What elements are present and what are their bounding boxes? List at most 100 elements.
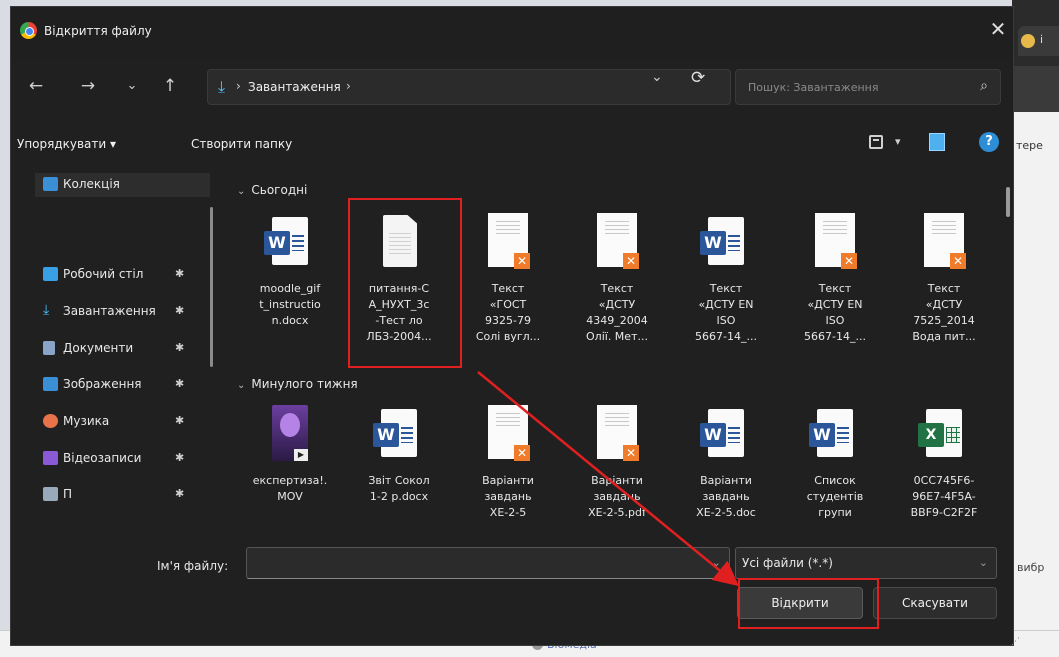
pin-icon: ✱ — [175, 267, 185, 280]
pdf-document-icon: ✕ — [918, 213, 970, 273]
up-button[interactable]: ↑ — [159, 75, 181, 97]
page-shape: ✕ — [815, 213, 857, 269]
filename-input[interactable]: ⌄ — [246, 547, 730, 579]
sidebar-item-label: Завантаження — [63, 304, 156, 318]
chrome-icon — [20, 22, 37, 39]
pdf-document-icon: ✕ — [482, 213, 534, 273]
background-text-choose: вибр — [1017, 561, 1045, 574]
file-item[interactable]: ✕ Текст «ДСТУ 7525_2014 Вода пит... — [891, 213, 997, 403]
file-item[interactable]: W Варіанти завдань ХЕ-2-5.doc — [673, 405, 779, 525]
pdf-document-icon: ✕ — [591, 213, 643, 273]
sidebar-item-music[interactable]: Музика ✱ — [43, 410, 208, 434]
group-header-today[interactable]: ⌄ Сьогодні — [237, 183, 307, 197]
forward-button[interactable]: → — [77, 75, 99, 97]
help-icon[interactable]: ? — [979, 132, 999, 152]
file-item[interactable]: W Список студентів групи — [782, 405, 888, 525]
file-item[interactable]: W Звіт Сокол 1-2 р.docx — [346, 405, 452, 525]
pin-icon: ✱ — [175, 487, 185, 500]
documents-icon — [43, 341, 55, 355]
excel-badge: X — [918, 423, 944, 447]
download-icon: ⤓ — [43, 302, 50, 318]
file-list: ⌄ Сьогодні ⌄ Минулого тижня Wmoodle_gif t_… — [229, 173, 1009, 525]
sidebar-item-collection[interactable]: Колекція — [35, 173, 210, 197]
pin-icon: ✱ — [175, 414, 185, 427]
search-placeholder: Пошук: Завантаження — [748, 81, 879, 94]
pdf-badge: ✕ — [841, 253, 857, 269]
file-name: moodle_gif t_instructio n.docx — [259, 282, 321, 327]
navigation-bar: ← → ⌄ ↑ ⤓ › Завантаження › Пошук: Завант… — [11, 59, 1013, 113]
search-box[interactable]: Пошук: Завантаження ⌕ — [735, 69, 1001, 105]
video-badge: ▶ — [294, 449, 308, 461]
sheet-grid — [946, 427, 960, 443]
file-name: Варіанти завдань ХЕ-2-5 — [482, 474, 534, 519]
doc-lines — [728, 427, 740, 443]
chevron-down-icon: ⌄ — [978, 556, 988, 569]
background-tab-title: і — [1040, 33, 1044, 46]
file-list-scrollbar[interactable] — [1006, 187, 1010, 217]
page-shape: ✕ — [597, 213, 639, 269]
file-type-value: Усі файли (*.*) — [742, 556, 833, 570]
file-item[interactable]: ✕ Текст «ДСТУ 4349_2004 Олії. Мет... — [564, 213, 670, 403]
sidebar-item-videos[interactable]: Відеозаписи ✱ — [43, 447, 208, 471]
file-name: Варіанти завдань ХЕ-2-5.doc — [696, 474, 756, 519]
command-bar: Упорядкувати ▾ Створити папку ▾ ? — [11, 125, 1013, 165]
word-document-icon: W — [700, 405, 752, 465]
file-name: Текст «ДСТУ 4349_2004 Олії. Мет... — [586, 282, 648, 343]
recent-locations-button[interactable]: ⌄ — [121, 75, 143, 97]
file-item[interactable]: X 0CC745F6- 96E7-4F5A- BBF9-C2F2F — [891, 405, 997, 525]
organize-button[interactable]: Упорядкувати ▾ — [17, 137, 116, 151]
view-mode-chevron-icon[interactable]: ▾ — [895, 135, 901, 148]
file-name: експертиза!. MOV — [252, 474, 328, 503]
file-item[interactable]: ✕ Варіанти завдань ХЕ-2-5.pdf — [564, 405, 670, 525]
background-text: тере — [1016, 139, 1043, 152]
word-document-icon: W — [809, 405, 861, 465]
sidebar-item-pictures[interactable]: Зображення ✱ — [43, 373, 208, 397]
sidebar-scrollbar[interactable] — [210, 207, 213, 367]
chevron-down-icon[interactable]: ⌄ — [712, 556, 721, 569]
resize-grip-icon[interactable]: ⋰ — [1011, 637, 1020, 647]
sidebar-item-label: Відеозаписи — [63, 451, 142, 465]
sidebar-item-downloads[interactable]: ⤓ Завантаження ✱ — [43, 300, 208, 324]
music-icon — [43, 414, 58, 428]
gallery-icon — [43, 177, 58, 191]
sidebar-item-desktop[interactable]: Робочий стіл ✱ — [43, 263, 208, 287]
file-type-select[interactable]: Усі файли (*.*) ⌄ — [735, 547, 997, 579]
excel-document-icon: X — [918, 405, 970, 465]
file-item[interactable]: W Текст «ДСТУ EN ISO 5667-14_... — [673, 213, 779, 403]
view-mode-icon[interactable] — [869, 135, 883, 149]
background-toolbar — [1012, 66, 1059, 112]
doc-lines — [401, 427, 413, 443]
file-item[interactable]: ✕ Текст «ГОСТ 9325-79 Солі вугл... — [455, 213, 561, 403]
pdf-document-icon: ✕ — [591, 405, 643, 465]
address-dropdown-chevron-icon[interactable]: ⌄ — [651, 69, 663, 85]
folder-icon — [43, 487, 58, 501]
file-name: Список студентів групи — [806, 474, 864, 519]
close-button[interactable]: ✕ — [986, 17, 1010, 41]
pdf-badge: ✕ — [514, 445, 530, 461]
breadcrumb-chevron[interactable]: › — [346, 79, 351, 93]
new-folder-button[interactable]: Створити папку — [191, 137, 292, 151]
doc-lines — [837, 427, 849, 443]
file-item[interactable]: ✕ Текст «ДСТУ EN ISO 5667-14_... — [782, 213, 888, 403]
file-item[interactable]: Wmoodle_gif t_instructio n.docx — [237, 213, 343, 403]
refresh-icon[interactable]: ⟳ — [691, 68, 705, 88]
desktop-icon — [43, 267, 58, 281]
pdf-badge: ✕ — [623, 445, 639, 461]
file-item[interactable]: ✕ Варіанти завдань ХЕ-2-5 — [455, 405, 561, 525]
video-file-icon: ▶ — [264, 405, 316, 465]
preview-pane-icon[interactable] — [929, 133, 945, 151]
sidebar-item-label: Колекція — [63, 177, 120, 191]
sidebar-item-documents[interactable]: Документи ✱ — [43, 337, 208, 361]
cancel-button[interactable]: Скасувати — [873, 587, 997, 619]
pin-icon: ✱ — [175, 304, 185, 317]
tab-favicon-icon — [1021, 34, 1035, 48]
back-button[interactable]: ← — [25, 75, 47, 97]
navigation-pane: Колекція Робочий стіл ✱ ⤓ Завантаження ✱… — [11, 167, 215, 519]
sidebar-item-partial[interactable]: П ✱ — [43, 483, 208, 507]
highlight-box-file — [348, 198, 462, 368]
dialog-titlebar[interactable]: Відкриття файлу ✕ — [11, 7, 1013, 59]
pdf-badge: ✕ — [514, 253, 530, 269]
group-label: Сьогодні — [251, 183, 308, 197]
breadcrumb-downloads[interactable]: Завантаження — [248, 80, 341, 94]
file-item[interactable]: ▶ експертиза!. MOV — [237, 405, 343, 525]
